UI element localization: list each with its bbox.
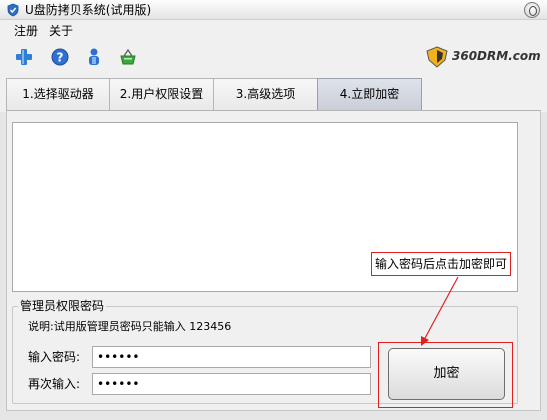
add-icon[interactable]: [14, 47, 34, 67]
tab-encrypt-now[interactable]: 4.立即加密: [317, 78, 422, 110]
tab-strip: 1.选择驱动器 2.用户权限设置 3.高级选项 4.立即加密: [0, 72, 547, 112]
menu-bar: 注册 关于: [0, 20, 547, 42]
logo-text: 360DRM.com: [452, 49, 541, 63]
brand-logo: 360DRM.com: [425, 45, 541, 69]
tab-select-drive[interactable]: 1.选择驱动器: [6, 78, 110, 110]
encrypt-button[interactable]: 加密: [388, 348, 505, 400]
menu-about[interactable]: 关于: [49, 24, 73, 38]
logo-shield-icon: [426, 46, 448, 68]
basket-icon[interactable]: [118, 47, 138, 67]
close-button[interactable]: [524, 2, 540, 18]
password-label: 输入密码:: [28, 350, 81, 364]
user-icon[interactable]: [84, 47, 104, 67]
menu-register[interactable]: 注册: [14, 24, 38, 38]
help-icon[interactable]: ?: [50, 47, 70, 67]
shield-check-icon: [7, 3, 19, 17]
tab-advanced-options[interactable]: 3.高级选项: [213, 78, 318, 110]
hint-callout: 输入密码后点击加密即可: [371, 252, 511, 276]
toolbar: ? 360DRM.com: [0, 42, 547, 72]
confirm-password-label: 再次输入:: [28, 377, 81, 391]
trial-note: 说明:试用版管理员密码只能输入 123456: [28, 320, 232, 333]
title-bar: U盘防拷贝系统(试用版): [0, 0, 547, 20]
confirm-password-input[interactable]: [92, 373, 371, 395]
window-title: U盘防拷贝系统(试用版): [25, 3, 152, 17]
svg-text:?: ?: [57, 51, 64, 65]
password-input[interactable]: [92, 346, 371, 368]
group-title: 管理员权限密码: [18, 299, 107, 313]
tab-user-permissions[interactable]: 2.用户权限设置: [109, 78, 214, 110]
